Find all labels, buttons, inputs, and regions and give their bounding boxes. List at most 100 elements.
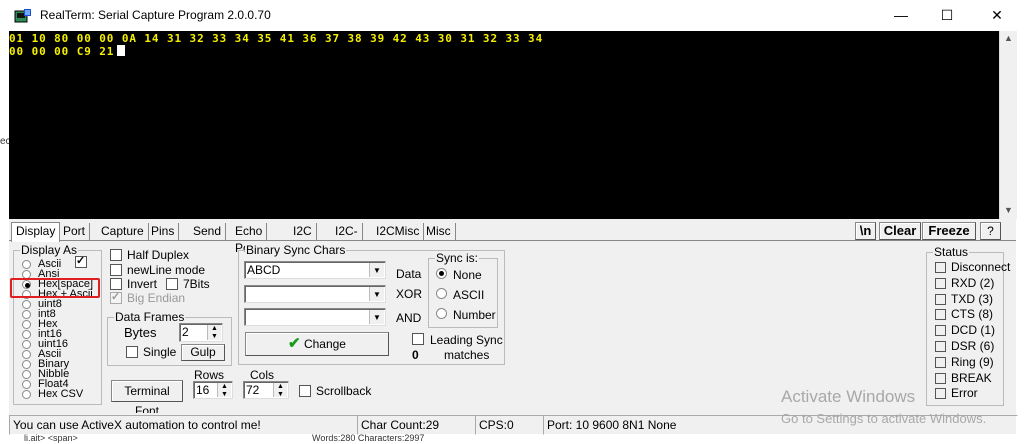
sync-ascii-radio[interactable] [436,288,447,299]
status-label-1: RXD (2) [951,276,995,290]
sync-number-radio[interactable] [436,308,447,319]
rows-spinner[interactable]: 16 ▲ ▼ [193,381,233,399]
single-checkbox[interactable] [126,346,138,358]
rows-spin-icon[interactable]: ▲ ▼ [217,383,231,398]
tab-display[interactable]: Display [11,222,61,242]
display-as-radio-0[interactable] [22,260,31,269]
scrollback-checkbox[interactable] [299,385,311,397]
display-as-radio-6[interactable] [22,320,31,329]
tab-pins[interactable]: Pins [147,223,180,240]
help-button[interactable]: ? [980,222,1001,240]
tab-capture[interactable]: Capture [97,223,149,240]
realterm-app-icon [14,8,32,24]
sync-xor-dropdown[interactable]: ▼ [244,285,386,303]
sync-none-radio[interactable] [436,268,447,279]
display-as-radio-9[interactable] [22,350,31,359]
big-endian-label: Big Endian [127,291,186,305]
display-as-radio-13[interactable] [22,390,31,399]
scroll-down-icon[interactable]: ▼ [1000,205,1017,215]
tab-i2c[interactable]: I2C [289,223,317,240]
binary-sync-title: Binary Sync Chars [245,243,347,257]
status-led-2 [935,294,946,305]
sync-number-label: Number [453,308,496,322]
display-as-label-13: Hex CSV [38,388,84,400]
status-led-3 [935,309,946,320]
seven-bits-label: 7Bits [183,277,210,291]
cols-value: 72 [246,383,260,397]
xor-label: XOR [396,287,423,301]
big-endian-checkbox[interactable] [110,290,122,304]
invert-checkbox[interactable] [110,278,122,290]
sync-data-value: ABCD [247,263,281,277]
cols-label: Cols [250,368,275,382]
status-led-1 [935,278,946,289]
scroll-up-icon[interactable]: ▲ [1000,33,1017,43]
terminal-scrollbar[interactable]: ▲ ▼ [999,31,1017,219]
chevron-down-icon[interactable]: ▼ [369,263,384,277]
background-bottom-left-text: li.ait> <span> [24,433,78,443]
display-as-checkbox[interactable] [75,254,87,268]
leading-sync-label: Leading Sync [430,333,503,347]
window-title: RealTerm: Serial Capture Program 2.0.0.7… [40,8,271,22]
maximize-button[interactable]: ☐ [924,0,970,31]
cols-spin-icon[interactable]: ▲ ▼ [273,383,287,398]
invert-label: Invert [127,277,158,291]
status-title: Status [933,245,970,259]
display-as-radio-8[interactable] [22,340,31,349]
display-as-radio-10[interactable] [22,360,31,369]
newline-button[interactable]: \n [855,222,876,240]
tab-i2cmisc[interactable]: I2CMisc [372,223,425,240]
background-window-left: ec [0,31,11,444]
display-as-radio-5[interactable] [22,310,31,319]
single-label: Single [143,345,177,359]
status-message: You can use ActiveX automation to contro… [9,415,358,435]
newline-mode-checkbox[interactable] [110,264,122,276]
tab-misc[interactable]: Misc [422,223,456,240]
and-label: AND [396,311,422,325]
half-duplex-checkbox[interactable] [110,249,122,261]
change-button[interactable]: ✔ Change [245,332,389,356]
gulp-button[interactable]: Gulp [181,344,225,361]
change-label: Change [303,337,346,351]
minimize-button[interactable]: — [878,0,924,31]
tab-port[interactable]: Port [59,223,91,240]
status-led-6 [935,357,946,368]
display-as-radio-4[interactable] [22,300,31,309]
minimize-icon: — [894,7,908,23]
freeze-button[interactable]: Freeze [922,222,976,240]
matches-label: matches [444,348,490,362]
bytes-spin-icon[interactable]: ▲ ▼ [207,325,221,340]
seven-bits-checkbox[interactable] [166,278,178,290]
status-label-5: DSR (6) [951,339,995,353]
data-frames-title: Data Frames [114,310,186,324]
leading-sync-checkbox[interactable] [412,333,424,345]
status-label-2: TXD (3) [951,292,993,306]
background-bottom-words-text: Words:280 Characters:2997 [312,433,425,443]
status-label-8: Error [951,386,978,400]
terminal-font-button[interactable]: Terminal Font [111,380,183,418]
checkmark-icon: ✔ [288,335,301,352]
tab-i2c-2[interactable]: I2C-2 [331,223,363,255]
background-window-right [1016,31,1024,444]
newline-mode-label: newLine mode [127,263,206,277]
activate-windows-title: Activate Windows [781,387,916,406]
maximize-icon: ☐ [940,7,954,23]
sync-and-dropdown[interactable]: ▼ [244,308,386,326]
bytes-label: Bytes [124,325,157,340]
chevron-down-icon[interactable]: ▼ [369,287,384,301]
tab-send[interactable]: Send [189,223,227,240]
close-button[interactable]: ✕ [970,0,1024,31]
bytes-spinner[interactable]: 2 ▲ ▼ [179,323,223,342]
display-as-radio-11[interactable] [22,370,31,379]
status-led-0[interactable] [935,262,946,273]
terminal-cursor [117,45,126,56]
tab-echo-port[interactable]: Echo Port [231,223,268,255]
terminal-output[interactable]: 01 10 80 00 00 0A 14 31 32 33 34 35 41 3… [9,31,999,219]
cols-spinner[interactable]: 72 ▲ ▼ [243,381,289,399]
display-as-radio-12[interactable] [22,380,31,389]
sync-data-dropdown[interactable]: ABCD ▼ [244,261,386,279]
clear-button[interactable]: Clear [879,222,921,240]
highlight-box [10,278,100,298]
chevron-down-icon[interactable]: ▼ [369,310,384,324]
display-as-radio-7[interactable] [22,330,31,339]
